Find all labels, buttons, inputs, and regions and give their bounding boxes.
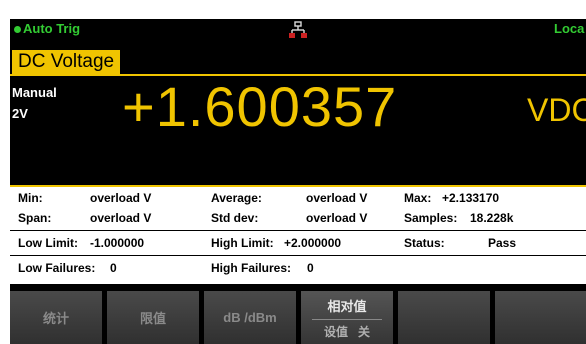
std-dev-label: Std dev: [211,211,259,225]
stats-divider [10,230,586,231]
span-label: Span: [18,211,52,225]
main-reading: +1.600357 [122,75,398,138]
high-limit-value: +2.000000 [284,236,342,250]
softkey-relative[interactable]: 相对值 设值 关 [301,291,393,344]
softkey-statistics[interactable]: 统计 [10,291,102,344]
softkey-5[interactable] [398,291,490,344]
high-limit-label: High Limit: [211,236,274,250]
trigger-indicator-icon [14,26,21,33]
samples-label: Samples: [404,211,458,225]
softkey-6[interactable] [495,291,586,344]
samples-value: 18.228k [470,211,514,225]
average-value: overload V [306,191,368,205]
high-failures-value: 0 [307,261,314,275]
status-label: Status: [404,236,445,250]
low-failures-value: 0 [110,261,117,275]
max-label: Max: [404,191,432,205]
span-value: overload V [90,211,152,225]
statistics-panel: Min: overload V Average: overload V Max:… [10,185,586,284]
instrument-screen: Auto Trig Loca DC Voltage Manual 2V +1.6… [10,19,586,344]
softkey-relative-sub-label: 设值 [323,324,348,339]
measurement-function-label: DC Voltage [12,50,121,74]
min-value: overload V [90,191,152,205]
softkey-db-dbm[interactable]: dB /dBm [204,291,296,344]
status-bar: Auto Trig Loca [10,19,586,41]
low-limit-value: -1.000000 [90,236,145,250]
range-mode-label: Manual [12,85,57,100]
softkey-relative-state: 关 [358,324,371,339]
low-limit-label: Low Limit: [18,236,78,250]
trigger-mode-label: Auto Trig [23,21,81,36]
softkey-bar: 统计 限值 dB /dBm 相对值 设值 关 [10,289,586,344]
range-value-label: 2V [12,106,28,121]
softkey-relative-setting: 设值 关 [324,323,370,340]
reading-unit: VDC [527,92,586,128]
status-value: Pass [488,236,517,250]
max-value: +2.133170 [442,191,500,205]
limits-divider [10,255,586,256]
std-dev-value: overload V [306,211,368,225]
softkey-relative-label: 相对值 [327,298,367,314]
average-label: Average: [211,191,262,205]
remote-status-label: Loca [554,21,585,36]
softkey-relative-divider [312,318,382,320]
low-failures-label: Low Failures: [18,261,96,275]
min-label: Min: [18,191,43,205]
softkey-limits[interactable]: 限值 [107,291,199,344]
high-failures-label: High Failures: [211,261,292,275]
lan-network-icon [289,21,307,38]
